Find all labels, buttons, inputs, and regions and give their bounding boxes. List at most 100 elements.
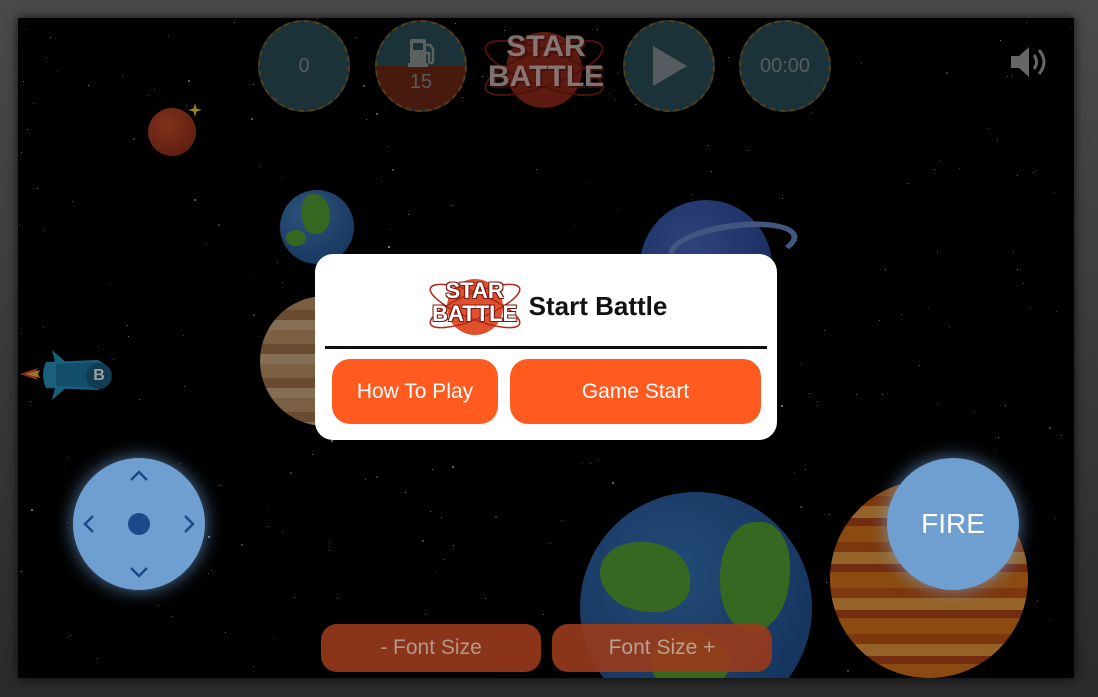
arrow-left-icon[interactable]: [83, 514, 95, 534]
star-dot: [26, 29, 27, 30]
star-dot: [392, 169, 394, 171]
dialog-logo-line-star: STAR: [445, 278, 504, 303]
star-dot: [708, 145, 709, 146]
star-dot: [205, 99, 206, 100]
star-dot: [615, 99, 616, 100]
star-dot: [618, 210, 619, 211]
star-dot: [260, 166, 261, 167]
star-dot: [805, 469, 806, 470]
star-dot: [432, 469, 433, 470]
star-dot: [253, 666, 254, 667]
star-dot: [598, 460, 599, 461]
star-dot: [267, 506, 268, 507]
star-dot: [946, 72, 948, 74]
star-dot: [21, 571, 22, 572]
star-dot: [809, 393, 810, 394]
star-dot: [782, 198, 783, 199]
star-dot: [829, 514, 830, 515]
play-button[interactable]: [623, 20, 715, 112]
fuel-display: 15: [375, 20, 467, 112]
sparkle-icon: [188, 103, 202, 117]
star-dot: [253, 274, 254, 275]
score-display: 0: [258, 20, 350, 112]
game-start-label: Game Start: [581, 379, 690, 403]
star-dot: [317, 18, 318, 19]
star-dot: [847, 670, 849, 672]
star-dot: [337, 598, 338, 599]
star-dot: [57, 71, 58, 72]
star-dot: [543, 614, 544, 615]
star-dot: [550, 543, 551, 544]
game-stage[interactable]: 0 15 STAR BATTLE 00:00 B FIRE - Font Siz…: [18, 18, 1074, 678]
star-dot: [907, 183, 908, 184]
speaker-volume-icon[interactable]: [1008, 42, 1050, 82]
dialog-title: Start Battle: [528, 290, 668, 321]
star-dot: [33, 103, 34, 104]
star-dot: [27, 129, 28, 130]
star-dot: [50, 37, 51, 38]
how-to-play-label: How To Play: [356, 379, 474, 403]
star-dot: [998, 437, 999, 438]
arrow-up-icon[interactable]: [129, 470, 149, 482]
star-dot: [1023, 283, 1024, 284]
star-dot: [329, 550, 330, 551]
star-battle-logo: STAR BATTLE: [480, 22, 612, 112]
dialog-header: STAR BATTLE Start Battle: [325, 266, 767, 349]
star-dot: [172, 616, 173, 617]
star-dot: [21, 152, 22, 153]
star-dot: [381, 181, 382, 182]
star-dot: [861, 63, 862, 64]
fire-button[interactable]: FIRE: [887, 458, 1019, 590]
star-dot: [282, 282, 283, 283]
star-dot: [127, 325, 128, 326]
fuel-pump-icon: [408, 38, 435, 67]
star-dot: [781, 405, 783, 407]
font-size-increase-button[interactable]: Font Size +: [552, 624, 772, 672]
star-dot: [879, 320, 880, 321]
star-dot: [355, 37, 356, 38]
star-dot: [37, 188, 38, 189]
star-dot: [561, 520, 562, 521]
star-dot: [882, 394, 883, 395]
star-dot: [635, 104, 636, 105]
star-dot: [856, 394, 857, 395]
star-dot: [988, 128, 989, 129]
font-size-decrease-button[interactable]: - Font Size: [321, 624, 541, 672]
star-dot: [901, 314, 902, 315]
direction-joystick[interactable]: [73, 458, 205, 590]
star-dot: [329, 542, 330, 543]
star-dot: [206, 244, 207, 245]
star-dot: [1056, 311, 1057, 312]
arrow-right-icon[interactable]: [183, 514, 195, 534]
star-dot: [801, 364, 802, 365]
star-dot: [46, 57, 47, 58]
star-dot: [208, 573, 209, 574]
rocket-icon: [20, 350, 111, 400]
star-dot: [959, 168, 960, 169]
star-dot: [139, 399, 140, 400]
star-dot: [88, 85, 89, 86]
score-value: 0: [298, 54, 310, 77]
how-to-play-button[interactable]: How To Play: [332, 359, 498, 424]
star-dot: [1017, 269, 1018, 270]
star-dot: [1055, 518, 1056, 519]
joystick-knob[interactable]: [128, 513, 150, 535]
star-dot: [376, 113, 378, 115]
star-dot: [43, 327, 44, 328]
star-dot: [148, 95, 149, 96]
star-dot: [937, 404, 938, 405]
arrow-down-icon[interactable]: [129, 566, 149, 578]
star-dot: [133, 138, 135, 140]
star-dot: [183, 335, 184, 336]
star-dot: [408, 214, 409, 215]
play-icon: [653, 46, 687, 86]
star-dot: [405, 492, 406, 493]
star-dot: [1000, 40, 1001, 41]
star-dot: [363, 85, 365, 87]
earth-small-planet: [280, 190, 354, 264]
logo-line-battle: BATTLE: [487, 60, 605, 93]
star-dot: [366, 119, 367, 120]
star-dot: [711, 171, 712, 172]
game-start-button[interactable]: Game Start: [510, 359, 761, 424]
star-dot: [1017, 175, 1018, 176]
